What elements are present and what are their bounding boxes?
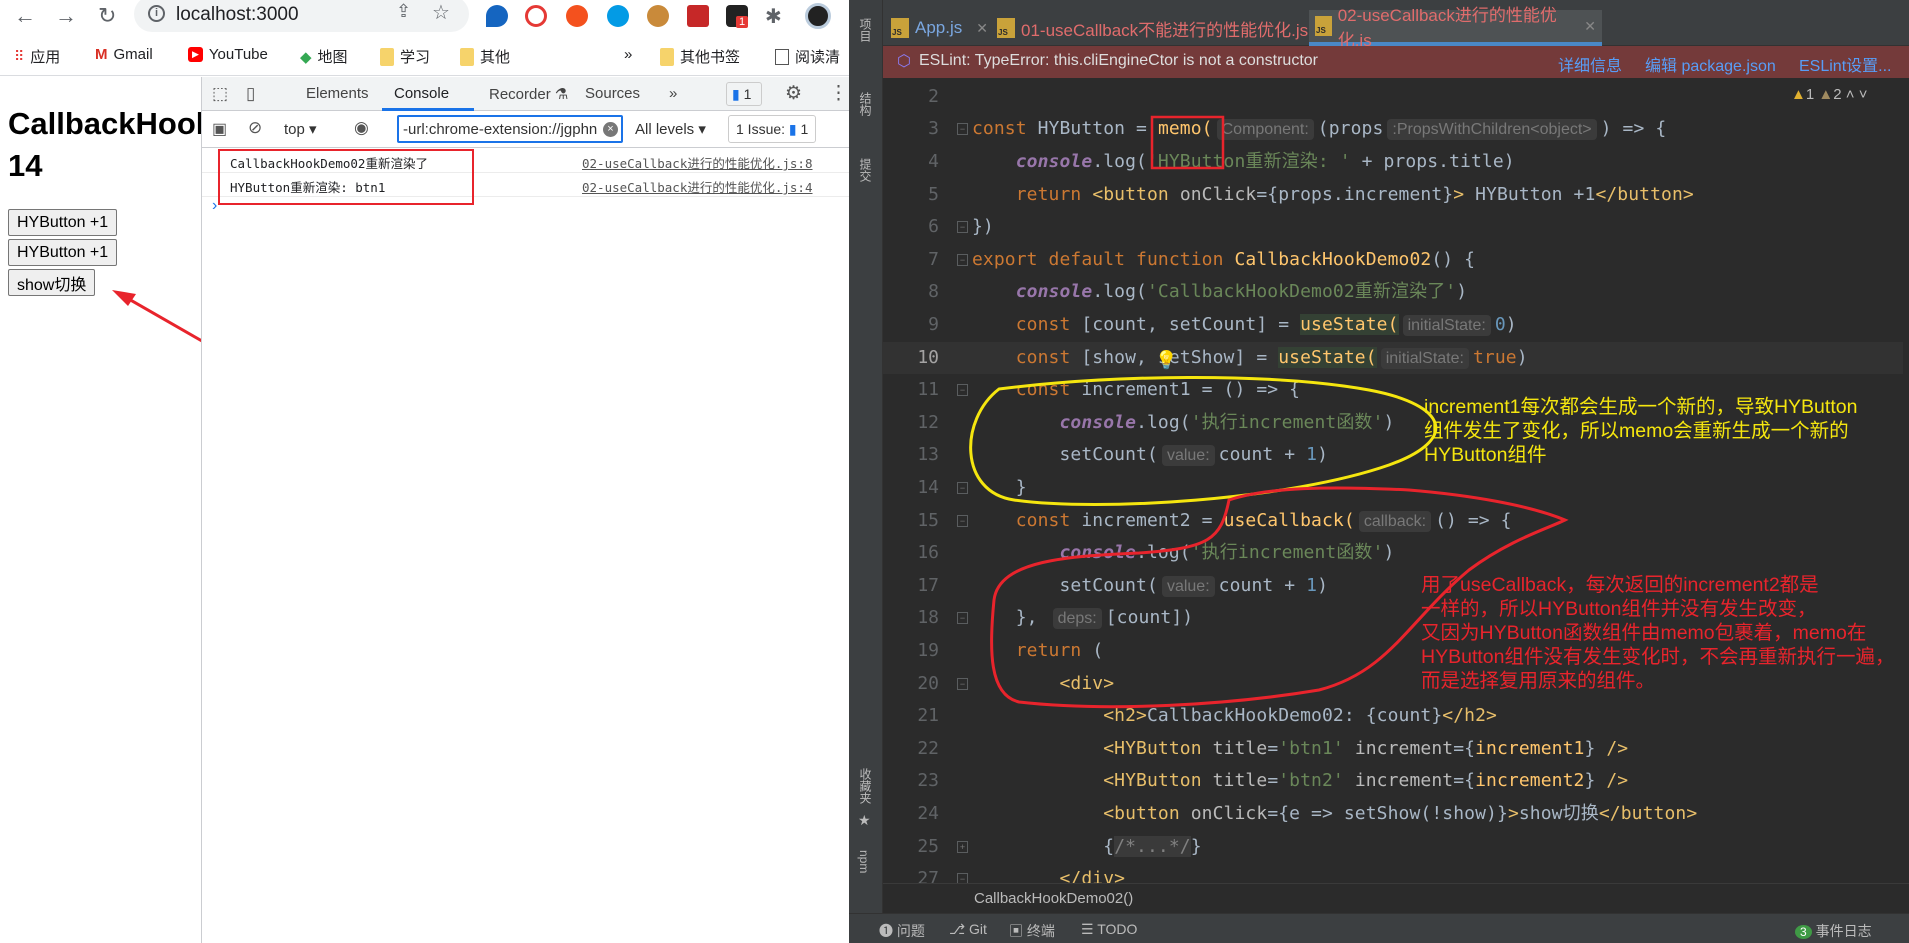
devtools-panel: ⬚ ▯ Elements Console Recorder ⚗ Sources … xyxy=(201,77,850,943)
context-select[interactable]: top ▾ xyxy=(284,120,317,138)
flask-icon: ⚗ xyxy=(554,86,569,103)
more-options-icon[interactable]: ⋮ xyxy=(829,82,848,105)
yellow-note: increment1每次都会生成一个新的，导致HYButton 组件发生了变化，所… xyxy=(1424,396,1858,466)
console-filter-input[interactable]: -url:chrome-extension://jgphn × xyxy=(397,115,623,143)
memo-highlight-box xyxy=(1150,115,1225,170)
sidebar-toggle-icon[interactable]: ▣ xyxy=(212,119,227,139)
tab-sources[interactable]: Sources xyxy=(585,85,640,102)
yellow-ellipse xyxy=(969,376,1438,507)
tab-elements[interactable]: Elements xyxy=(306,85,369,102)
issues-counter[interactable]: ▮ 1 xyxy=(726,82,762,106)
log-highlight-box xyxy=(218,149,474,205)
clear-filter-icon[interactable]: × xyxy=(603,122,618,137)
ide-window: 项目 结构 提交 收藏夹 ★ npm JS App.js ✕ JS 01-useCal… xyxy=(849,0,1909,943)
tab-console[interactable]: Console xyxy=(394,85,449,102)
issues-button[interactable]: 1 Issue: ▮ 1 xyxy=(728,115,817,143)
log-source-link[interactable]: 02-useCallback进行的性能优化.js:8 xyxy=(582,153,813,172)
devtools-tabbar: ⬚ ▯ Elements Console Recorder ⚗ Sources … xyxy=(202,77,850,111)
log-levels-select[interactable]: All levels ▾ xyxy=(635,120,706,138)
red-note: 用了useCallback，每次返回的increment2都是 一样的，所以HYB… xyxy=(1421,574,1895,692)
tab-recorder[interactable]: Recorder ⚗ xyxy=(489,85,568,103)
more-tabs-button[interactable]: » xyxy=(669,85,677,102)
settings-gear-icon[interactable]: ⚙ xyxy=(785,82,802,105)
device-toolbar-icon[interactable]: ▯ xyxy=(246,84,255,104)
inspect-element-icon[interactable]: ⬚ xyxy=(212,84,228,104)
annotation-overlay xyxy=(969,115,1569,709)
console-prompt[interactable]: › xyxy=(212,197,217,215)
log-source-link[interactable]: 02-useCallback进行的性能优化.js:4 xyxy=(582,177,813,196)
live-expression-eye-icon[interactable]: ◉ xyxy=(354,118,369,138)
console-toolbar: ▣ ⊘ top ▾ ◉ -url:chrome-extension://jgph… xyxy=(202,111,850,148)
clear-console-icon[interactable]: ⊘ xyxy=(248,118,262,138)
message-icon: ▮ xyxy=(732,86,740,102)
message-icon: ▮ xyxy=(788,121,797,137)
